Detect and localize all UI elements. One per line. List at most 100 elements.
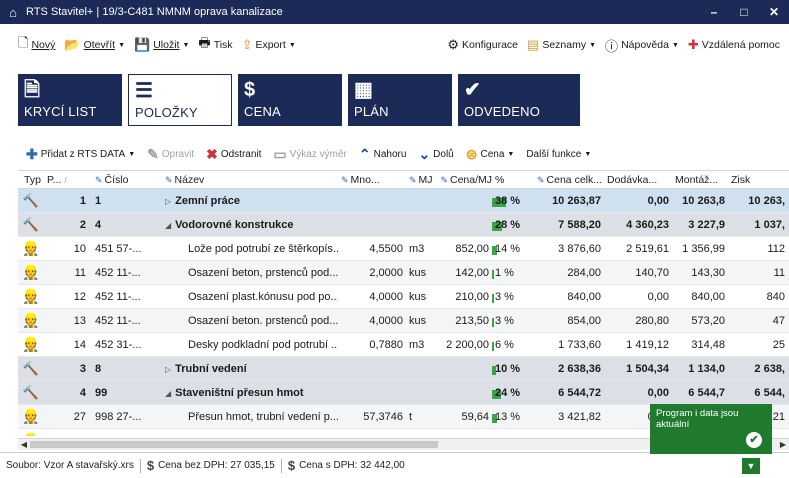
- maximize-button[interactable]: □: [729, 0, 759, 24]
- config-label: Konfigurace: [461, 39, 519, 51]
- col-typ[interactable]: Typ: [18, 174, 44, 186]
- col-cislo-label: Číslo: [104, 173, 129, 186]
- minimize-button[interactable]: –: [699, 0, 729, 24]
- group-row[interactable]: 🔨 3 8 ▷ Trubní vedení 10 % 2 638,36 1 504,34 1 1…: [18, 357, 789, 381]
- expander-icon[interactable]: ◢: [165, 221, 171, 230]
- expander-icon[interactable]: ▷: [165, 197, 171, 206]
- open-button[interactable]: 📂 Otevřít ▼: [64, 37, 125, 53]
- group-row[interactable]: 🔨 1 1 ▷ Zemní práce 38 % 10 263,87 0,00 10 263,8…: [18, 189, 789, 213]
- percent-text: 6 %: [495, 338, 514, 351]
- col-mj[interactable]: ✎ MJ: [406, 174, 434, 186]
- move-up-button[interactable]: ⌃ Nahoru: [359, 146, 407, 163]
- close-button[interactable]: ✕: [759, 0, 789, 24]
- chevron-down-icon: ▼: [589, 41, 597, 49]
- col-dodavka[interactable]: Dodávka...: [604, 174, 672, 186]
- item-row[interactable]: 👷 14 452 31-... Desky podkladní pod potrubí…: [18, 333, 789, 357]
- row-dodavka: 280,80: [635, 314, 669, 327]
- item-row[interactable]: 👷 11 452 11-... Osazení beton, prstenců pod…: [18, 261, 789, 285]
- row-nazev-text: Přesun hmot, trubní vedení p...: [188, 435, 338, 437]
- dollar-vat-icon: $: [287, 458, 296, 473]
- percent-text: 10 %: [495, 362, 521, 375]
- row-type: 👷: [18, 336, 44, 353]
- notification-toggle-button[interactable]: ▼: [742, 458, 760, 474]
- percent-text: 12 %: [495, 435, 520, 437]
- export-button[interactable]: ⇪ Export ▼: [242, 37, 296, 53]
- measure-button[interactable]: ▭ Výkaz výměr: [273, 146, 346, 163]
- tab-cena[interactable]: $ CENA: [238, 74, 342, 126]
- print-button[interactable]: 🖶 Tisk: [198, 34, 232, 56]
- col-zisk[interactable]: Zisk: [728, 174, 788, 186]
- grid-body: 🔨 1 1 ▷ Zemní práce 38 % 10 263,87 0,00 10 263,8…: [18, 189, 789, 436]
- price-button[interactable]: ⊜ Cena ▼: [466, 146, 515, 163]
- chevron-down-icon: ▼: [182, 41, 190, 49]
- row-nazev: ▷ Zemní práce: [162, 195, 338, 207]
- home-icon: ⌂: [9, 4, 17, 20]
- hammer-icon: 🔨: [22, 360, 40, 376]
- row-cislo: 8: [95, 362, 102, 375]
- col-montaz[interactable]: Montáž...: [672, 174, 728, 186]
- expander-icon[interactable]: ◢: [165, 389, 171, 398]
- remove-button[interactable]: ✖ Odstranit: [206, 146, 261, 163]
- update-notification[interactable]: Program i data jsou aktuální ✔: [650, 404, 772, 454]
- row-mnozstvi: 4,0000: [369, 290, 403, 303]
- row-cena-celk: 3 876,60: [558, 242, 601, 255]
- col-cislo[interactable]: ✎ Číslo: [92, 174, 162, 186]
- col-nazev-label: Název: [174, 173, 205, 186]
- document-icon: 🗎: [24, 79, 41, 101]
- row-zisk: 112: [767, 242, 785, 255]
- row-montaz: 143,30: [691, 266, 725, 279]
- col-pct[interactable]: %: [492, 174, 534, 186]
- help-button[interactable]: ⓘ Nápověda ▼: [605, 36, 679, 55]
- group-row[interactable]: 🔨 2 4 ◢ Vodorovné konstrukce 28 % 7 588,20 4 36…: [18, 213, 789, 237]
- expander-icon[interactable]: ▷: [165, 365, 171, 374]
- col-mnozstvi-label: Mno...: [350, 173, 380, 186]
- chevron-down-icon: ▼: [584, 150, 592, 158]
- row-nazev-text: Osazení plast.kónusu pod po...: [188, 290, 338, 303]
- worker-icon: 👷: [22, 408, 40, 424]
- col-nazev[interactable]: ✎ Název: [162, 174, 338, 186]
- config-button[interactable]: ⚙ Konfigurace: [447, 37, 518, 53]
- row-montaz: 1 134,0: [688, 362, 725, 375]
- lists-button[interactable]: ▤ Seznamy ▼: [527, 37, 596, 53]
- add-from-rts-button[interactable]: ✚ Přidat z RTS DATA ▼: [26, 146, 135, 163]
- col-mnozstvi[interactable]: ✎ Mno...: [338, 174, 406, 186]
- move-down-button[interactable]: ⌄ Dolů: [418, 146, 453, 163]
- save-button[interactable]: 💾 Uložit ▼: [134, 37, 189, 53]
- up-label: Nahoru: [373, 148, 407, 160]
- remote-help-button[interactable]: ✚ Vzdálená pomoc: [688, 37, 780, 53]
- row-cena-mj: 54,43: [434, 435, 492, 437]
- printer-icon: 🖶: [198, 35, 211, 50]
- col-p[interactable]: P... /: [44, 174, 92, 186]
- edit-button[interactable]: ✎ Opravit: [147, 146, 194, 163]
- item-row[interactable]: 👷 12 452 11-... Osazení plast.kónusu pod po…: [18, 285, 789, 309]
- row-montaz: 6 544,7: [688, 386, 725, 399]
- row-montaz: 840,00: [691, 290, 725, 303]
- tab-kryci-list[interactable]: 🗎 KRYCÍ LIST: [18, 74, 122, 126]
- row-cena-celk: 6 544,72: [558, 386, 601, 399]
- row-cena-celk: 7 588,20: [558, 218, 601, 231]
- item-row[interactable]: 👷 13 452 11-... Osazení beton. prstenců pod…: [18, 309, 789, 333]
- save-icon: 💾: [134, 37, 151, 52]
- row-cena-mj: 210,00: [455, 290, 489, 303]
- price-label: Cena: [480, 148, 505, 160]
- tab-label: PLÁN: [354, 104, 389, 119]
- export-icon: ⇪: [241, 37, 253, 52]
- row-cena-mj: 59,64: [461, 410, 489, 423]
- group-row[interactable]: 🔨 4 99 ◢ Staveništní přesun hmot 24 % 6 544,72…: [18, 381, 789, 405]
- row-nazev-text: Trubní vedení: [175, 362, 247, 375]
- tab-plan[interactable]: ▦ PLÁN: [348, 74, 452, 126]
- tab-odvedeno[interactable]: ✔ ODVEDENO: [458, 74, 580, 126]
- worker-icon: 👷: [22, 264, 40, 280]
- scroll-right-icon[interactable]: ▶: [777, 439, 789, 451]
- row-mj: kus: [409, 290, 427, 303]
- scroll-thumb[interactable]: [30, 441, 438, 448]
- tab-polozky[interactable]: ☰ POLOŽKY: [128, 74, 232, 126]
- percent-text: 38 %: [495, 194, 521, 207]
- scroll-left-icon[interactable]: ◀: [18, 439, 30, 451]
- item-row[interactable]: 👷 10 451 57-... Lože pod potrubí ze štěrkop…: [18, 237, 789, 261]
- more-functions-button[interactable]: Další funkce ▼: [526, 149, 591, 160]
- worker-icon: 👷: [22, 240, 40, 256]
- col-cena-celk[interactable]: ✎ Cena celk...: [534, 174, 604, 186]
- new-button[interactable]: 🗋 Nový: [18, 34, 55, 56]
- col-cena-mj[interactable]: ✎ Cena/MJ: [434, 174, 492, 186]
